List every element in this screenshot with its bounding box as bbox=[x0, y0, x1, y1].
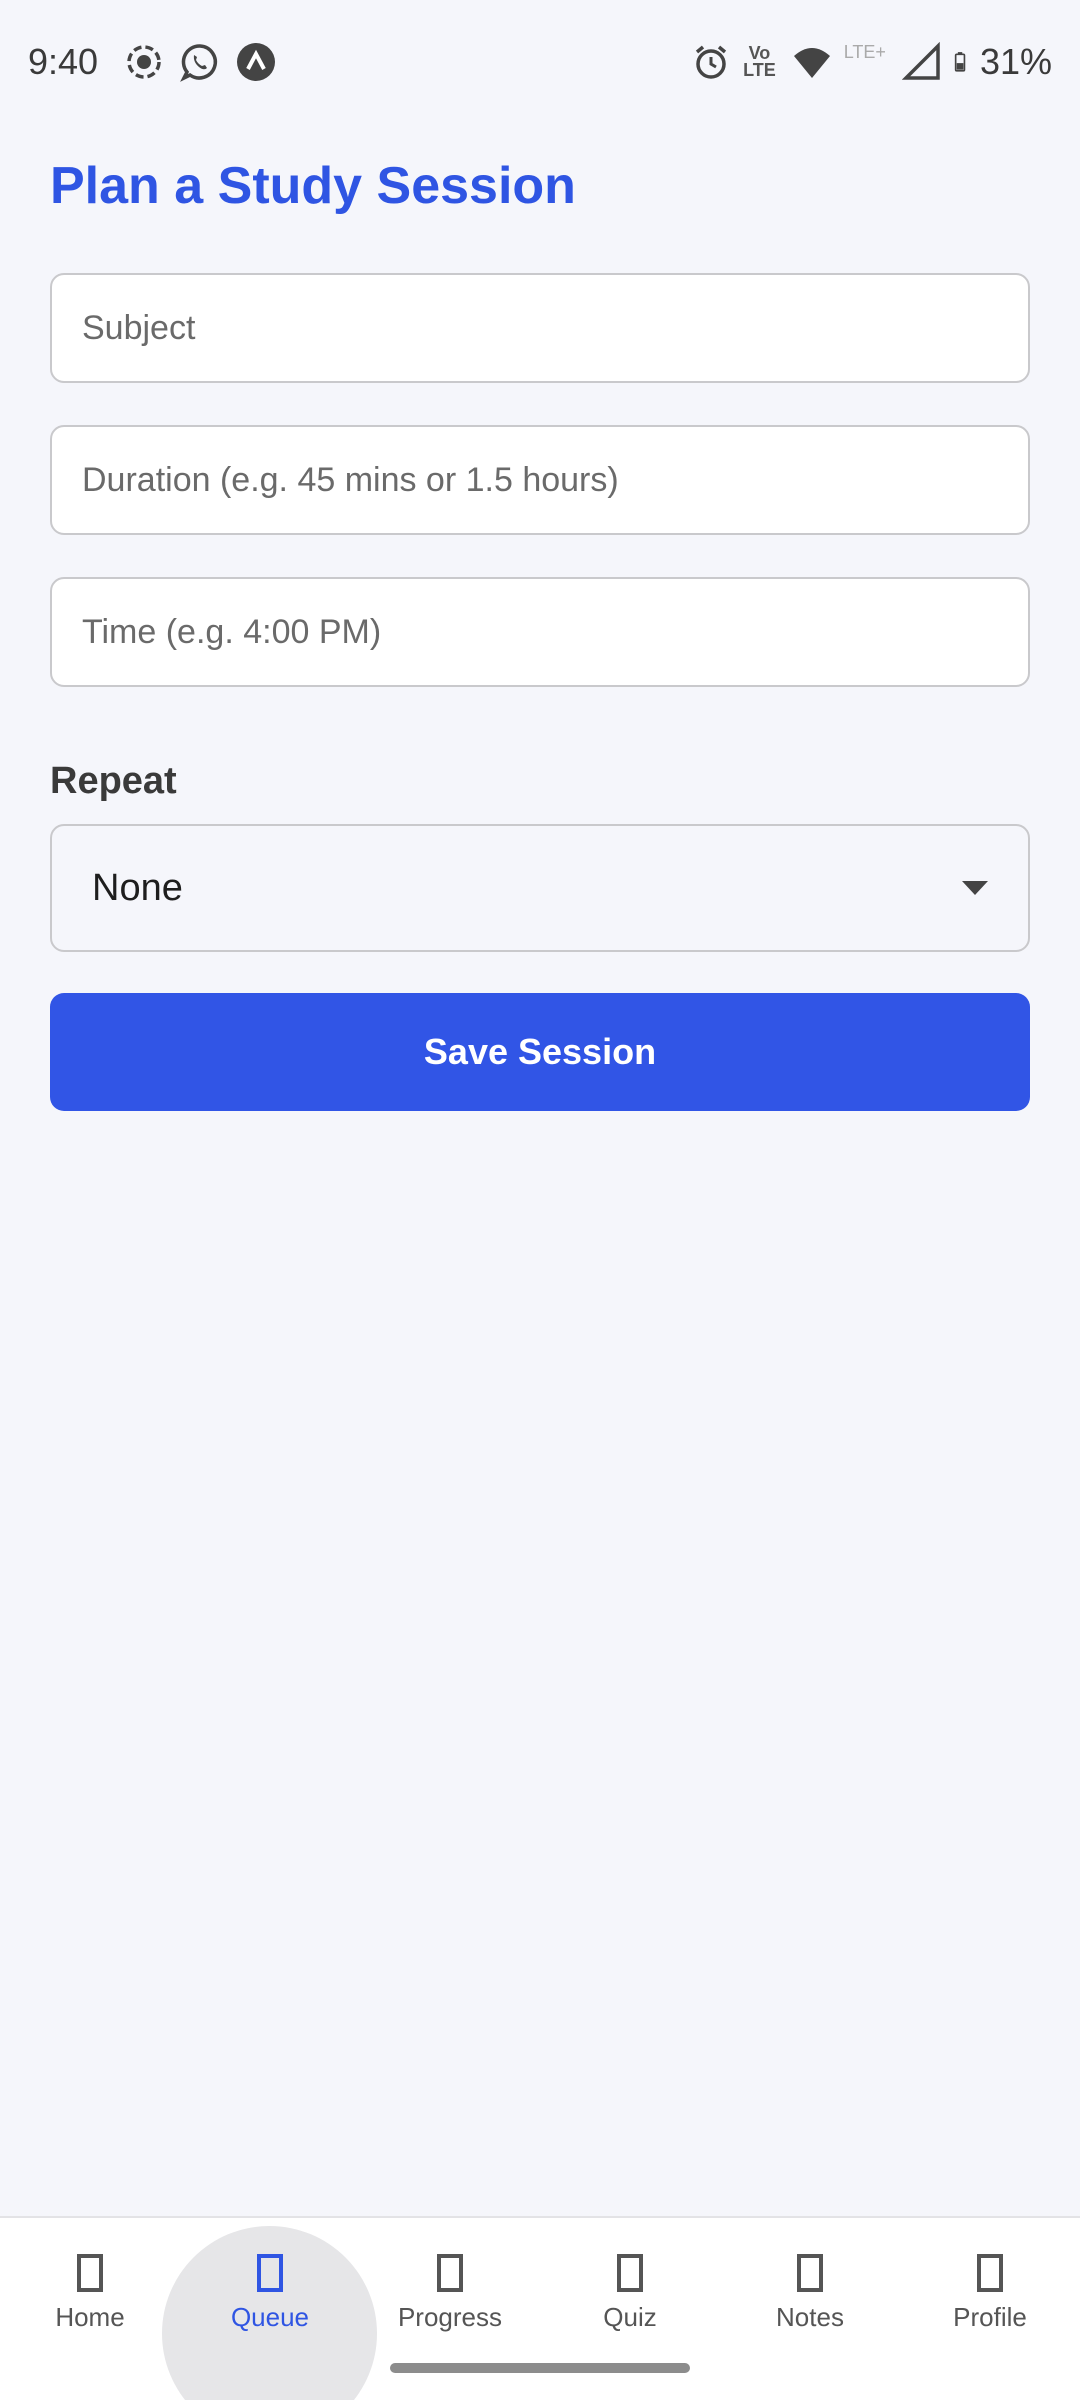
queue-icon bbox=[257, 2254, 283, 2292]
nav-label-notes: Notes bbox=[776, 2302, 844, 2332]
quiz-icon bbox=[617, 2254, 643, 2292]
nav-label-quiz: Quiz bbox=[603, 2302, 657, 2332]
nav-item-queue[interactable]: Queue bbox=[180, 2218, 360, 2400]
progress-icon bbox=[437, 2254, 463, 2292]
repeat-selected-value: None bbox=[92, 866, 183, 909]
notes-icon bbox=[797, 2254, 823, 2292]
status-time: 9:40 bbox=[28, 41, 99, 82]
battery-percentage: 31% bbox=[979, 41, 1052, 82]
screen-record-icon bbox=[127, 45, 161, 79]
alarm-icon bbox=[695, 45, 727, 79]
signal-icon bbox=[901, 42, 940, 80]
home-icon bbox=[77, 2254, 103, 2292]
nav-label-home: Home bbox=[55, 2302, 125, 2332]
nav-label-progress: Progress bbox=[397, 2302, 503, 2332]
nav-label-queue: Queue bbox=[230, 2302, 310, 2332]
nav-item-profile[interactable]: Profile bbox=[900, 2218, 1080, 2400]
page-title: Plan a Study Session bbox=[50, 157, 576, 215]
nav-item-home[interactable]: Home bbox=[0, 2218, 180, 2400]
profile-icon bbox=[977, 2254, 1003, 2292]
whatsapp-icon bbox=[180, 44, 218, 82]
nav-item-notes[interactable]: Notes bbox=[720, 2218, 900, 2400]
repeat-label: Repeat bbox=[50, 760, 177, 802]
lte-plus-icon: LTE+ bbox=[843, 41, 886, 62]
gesture-home-bar[interactable] bbox=[390, 2363, 690, 2373]
repeat-dropdown[interactable]: None bbox=[50, 824, 1030, 952]
dropdown-arrow-icon bbox=[962, 881, 988, 895]
save-session-button[interactable]: Save Session bbox=[50, 993, 1030, 1111]
time-input[interactable] bbox=[50, 577, 1030, 687]
status-right: Vo LTE LTE+ 31% bbox=[691, 41, 1052, 83]
status-bar: 9:40 Vo LTE LTE+ 31% bbox=[0, 0, 1080, 124]
app-arrow-icon bbox=[237, 43, 276, 81]
battery-icon bbox=[954, 52, 966, 72]
nav-label-profile: Profile bbox=[953, 2302, 1027, 2332]
duration-input[interactable] bbox=[50, 425, 1030, 535]
status-left: 9:40 bbox=[28, 41, 292, 83]
subject-input[interactable] bbox=[50, 273, 1030, 383]
volte-icon: Vo LTE bbox=[743, 43, 776, 80]
wifi-icon bbox=[793, 48, 830, 78]
